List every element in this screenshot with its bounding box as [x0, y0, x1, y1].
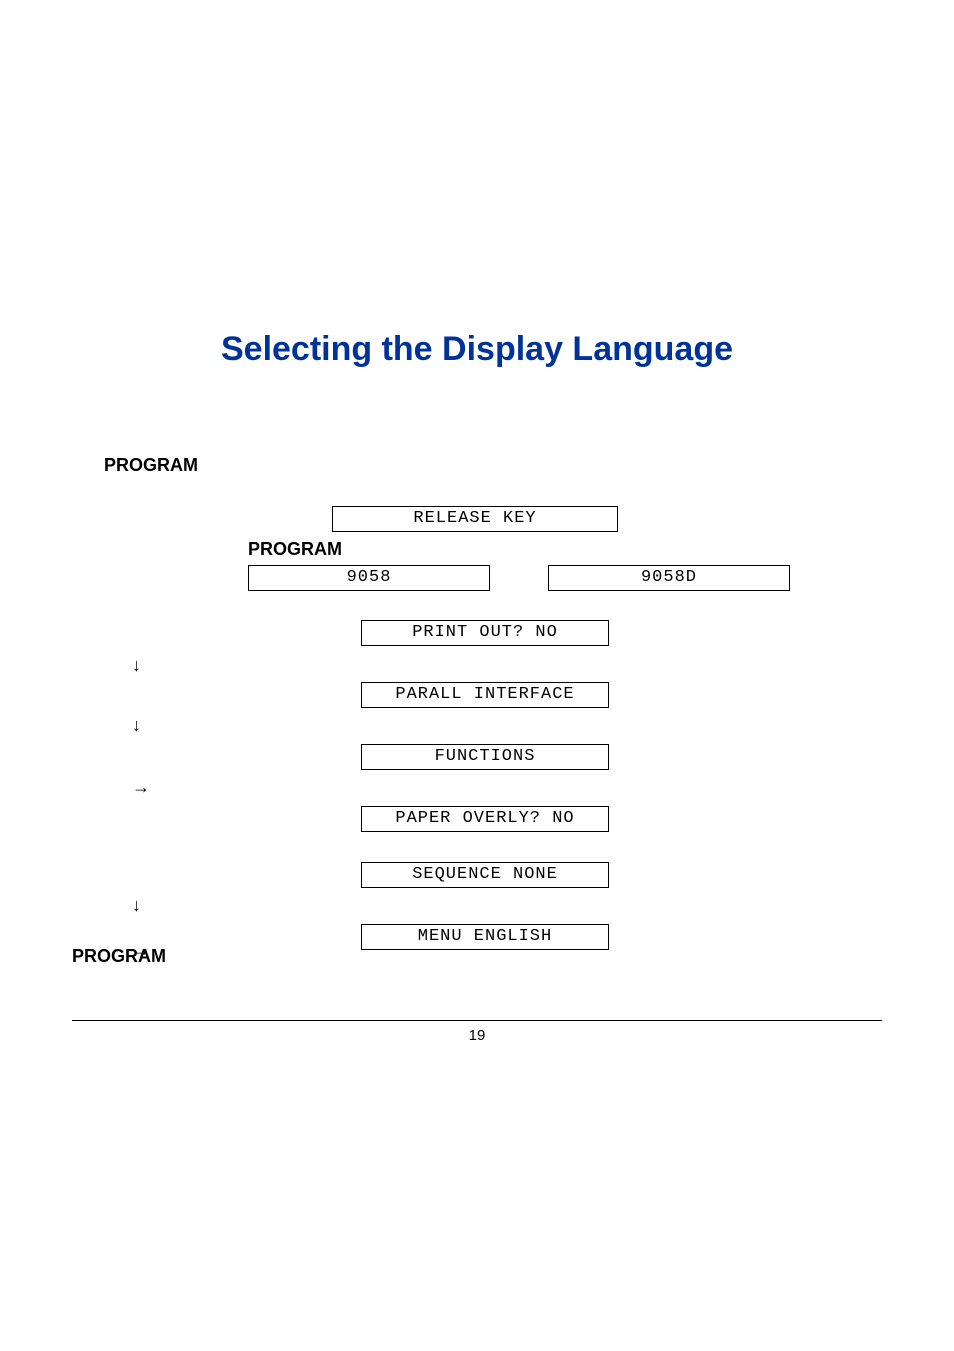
label-program-top: PROGRAM [104, 455, 198, 476]
footer-rule [72, 1020, 882, 1021]
lcd-model-9058d: 9058D [548, 565, 790, 591]
lcd-print-out: PRINT OUT? NO [361, 620, 609, 646]
label-program-bottom: PROGRAM [72, 946, 166, 967]
arrow-down-2: ↓ [132, 715, 141, 736]
page-number: 19 [0, 1027, 954, 1044]
lcd-release-key: RELEASE KEY [332, 506, 618, 532]
lcd-parall-interface: PARALL INTERFACE [361, 682, 609, 708]
page-title: Selecting the Display Language [0, 330, 954, 369]
lcd-paper-overly: PAPER OVERLY? NO [361, 806, 609, 832]
lcd-model-9058: 9058 [248, 565, 490, 591]
lcd-menu-english: MENU ENGLISH [361, 924, 609, 950]
arrow-down-1: ↓ [132, 655, 141, 676]
arrow-right-1: → [132, 777, 150, 798]
lcd-sequence: SEQUENCE NONE [361, 862, 609, 888]
arrow-down-3: ↓ [132, 895, 141, 916]
label-program-mid: PROGRAM [248, 539, 342, 560]
lcd-functions: FUNCTIONS [361, 744, 609, 770]
